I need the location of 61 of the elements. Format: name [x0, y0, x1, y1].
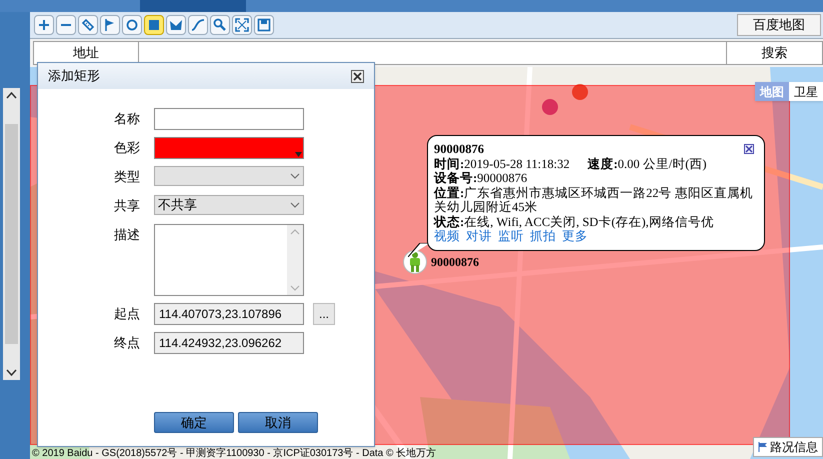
- field-label: 色彩: [113, 139, 141, 157]
- chevron-down-icon: [290, 173, 300, 179]
- popup-link[interactable]: 视频: [434, 229, 460, 244]
- coordinate-field[interactable]: 114.424932,23.096262: [154, 332, 304, 354]
- chevron-down-icon: [290, 202, 300, 208]
- curve-icon: [191, 18, 205, 32]
- dropdown-arrow-icon: [295, 152, 302, 157]
- select-field[interactable]: [154, 166, 304, 186]
- scroll-thumb[interactable]: [5, 124, 18, 344]
- circle-icon: [125, 18, 139, 32]
- circle-tool-button[interactable]: [122, 15, 142, 35]
- time-text: 时间:2019-05-28 11:18:32: [434, 156, 570, 171]
- plus-icon: [37, 18, 51, 32]
- popup-link[interactable]: 更多: [562, 229, 588, 244]
- field-label: 共享: [113, 197, 141, 215]
- flag-tool-button[interactable]: [100, 15, 120, 35]
- popup-link[interactable]: 对讲: [466, 229, 492, 244]
- close-icon[interactable]: [351, 70, 364, 82]
- dialog-title: 添加矩形: [48, 67, 100, 86]
- square-tool-button[interactable]: [144, 15, 164, 35]
- square-icon: [147, 18, 161, 32]
- popup-title: 90000876: [434, 142, 484, 156]
- name-field[interactable]: [154, 108, 304, 130]
- popup-link[interactable]: 监听: [498, 229, 524, 244]
- speed-text: 速度:0.00 公里/时(西): [588, 156, 707, 171]
- expand-icon: [235, 18, 249, 32]
- plus-tool-button[interactable]: [34, 15, 54, 35]
- save-icon: [257, 18, 271, 32]
- coordinate-field[interactable]: 114.407073,23.107896: [154, 303, 304, 325]
- field-label: 描述: [113, 226, 141, 244]
- ruler-tool-button[interactable]: [78, 15, 98, 35]
- ruler-icon: [81, 18, 95, 32]
- info-line: 状态:在线, Wifi, ACC关闭, SD卡(存在),网络信号优: [434, 214, 715, 229]
- info-line: 设备号:90000876: [434, 171, 528, 186]
- color-picker[interactable]: [154, 137, 304, 159]
- select-field[interactable]: 不共享: [154, 195, 304, 215]
- cancel-button[interactable]: 取消: [238, 412, 318, 433]
- polygon-icon: [169, 18, 183, 32]
- field-label: 终点: [113, 334, 141, 352]
- expand-tool-button[interactable]: [232, 15, 252, 35]
- polygon-tool-button[interactable]: [166, 15, 186, 35]
- copyright-text: © 2019 Baidu - GS(2018)5572号 - 甲测资字1100930 - 京ICP证030173号 - Data © 长地万方: [32, 446, 436, 459]
- field-label: 起点: [113, 305, 141, 323]
- confirm-button[interactable]: 确定: [154, 412, 234, 433]
- map-type-tab[interactable]: 卫星: [789, 82, 823, 101]
- search-icon: [213, 18, 227, 32]
- map-source-button[interactable]: 百度地图: [737, 14, 821, 36]
- minus-tool-button[interactable]: [56, 15, 76, 35]
- flag-icon: [758, 442, 768, 452]
- field-label: 名称: [113, 110, 141, 128]
- field-label: 类型: [113, 168, 141, 186]
- info-line: 位置:广东省惠州市惠城区环城西一路22号 惠阳区直属机关幼儿园附近45米: [434, 186, 754, 214]
- pick-button[interactable]: ...: [313, 303, 335, 325]
- marker-label: 90000876: [431, 254, 479, 271]
- save-tool-button[interactable]: [254, 15, 274, 35]
- scrollbar[interactable]: [3, 88, 20, 380]
- road-info-button[interactable]: 路况信息: [753, 437, 823, 457]
- popup-link[interactable]: 抓拍: [530, 229, 556, 244]
- search-tool-button[interactable]: [210, 15, 230, 35]
- close-icon[interactable]: [744, 144, 754, 154]
- curve-tool-button[interactable]: [188, 15, 208, 35]
